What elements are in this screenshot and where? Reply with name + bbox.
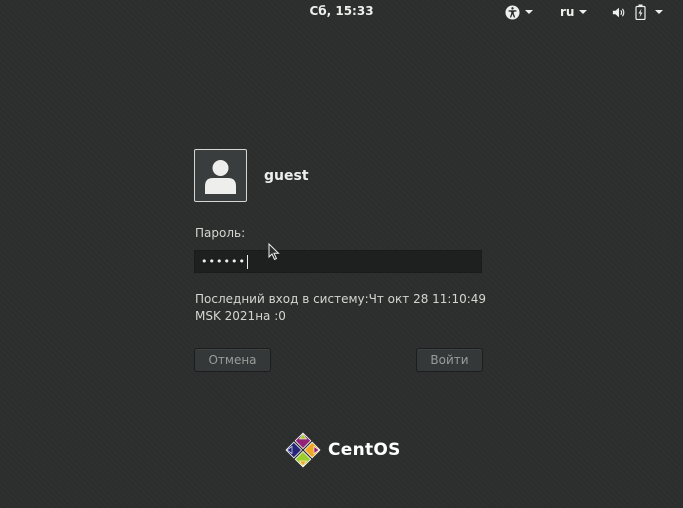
volume-icon — [612, 7, 625, 17]
system-menu[interactable] — [612, 3, 663, 21]
accessibility-icon — [505, 4, 520, 20]
chevron-down-icon — [579, 10, 588, 14]
mouse-pointer-icon — [268, 243, 280, 261]
user-avatar — [194, 149, 247, 202]
keyboard-layout-menu[interactable]: ru — [560, 3, 588, 21]
chevron-down-icon — [655, 10, 663, 14]
login-button[interactable]: Войти — [416, 348, 483, 372]
cancel-button[interactable]: Отмена — [194, 348, 271, 372]
centos-logo-icon — [285, 432, 321, 468]
chevron-down-icon — [525, 10, 533, 14]
password-masked-value: •••••• — [201, 255, 246, 268]
user-name: guest — [264, 168, 309, 184]
login-screen: Сб, 15:33 ru guest Пароль: •••••• Послед… — [0, 0, 683, 508]
text-cursor — [246, 254, 248, 269]
top-bar: Сб, 15:33 ru — [0, 0, 683, 24]
user-avatar-icon — [205, 160, 236, 194]
logo-text: CentOS — [328, 440, 401, 460]
accessibility-menu[interactable] — [505, 3, 533, 21]
keyboard-layout-label: ru — [560, 5, 575, 19]
centos-logo: CentOS — [285, 432, 401, 468]
password-field[interactable]: •••••• — [194, 250, 482, 273]
password-label: Пароль: — [195, 226, 246, 240]
last-login-message: Последний вход в систему:Чт окт 28 11:10… — [195, 292, 487, 323]
clock[interactable]: Сб, 15:33 — [309, 4, 373, 18]
battery-icon — [635, 4, 646, 20]
